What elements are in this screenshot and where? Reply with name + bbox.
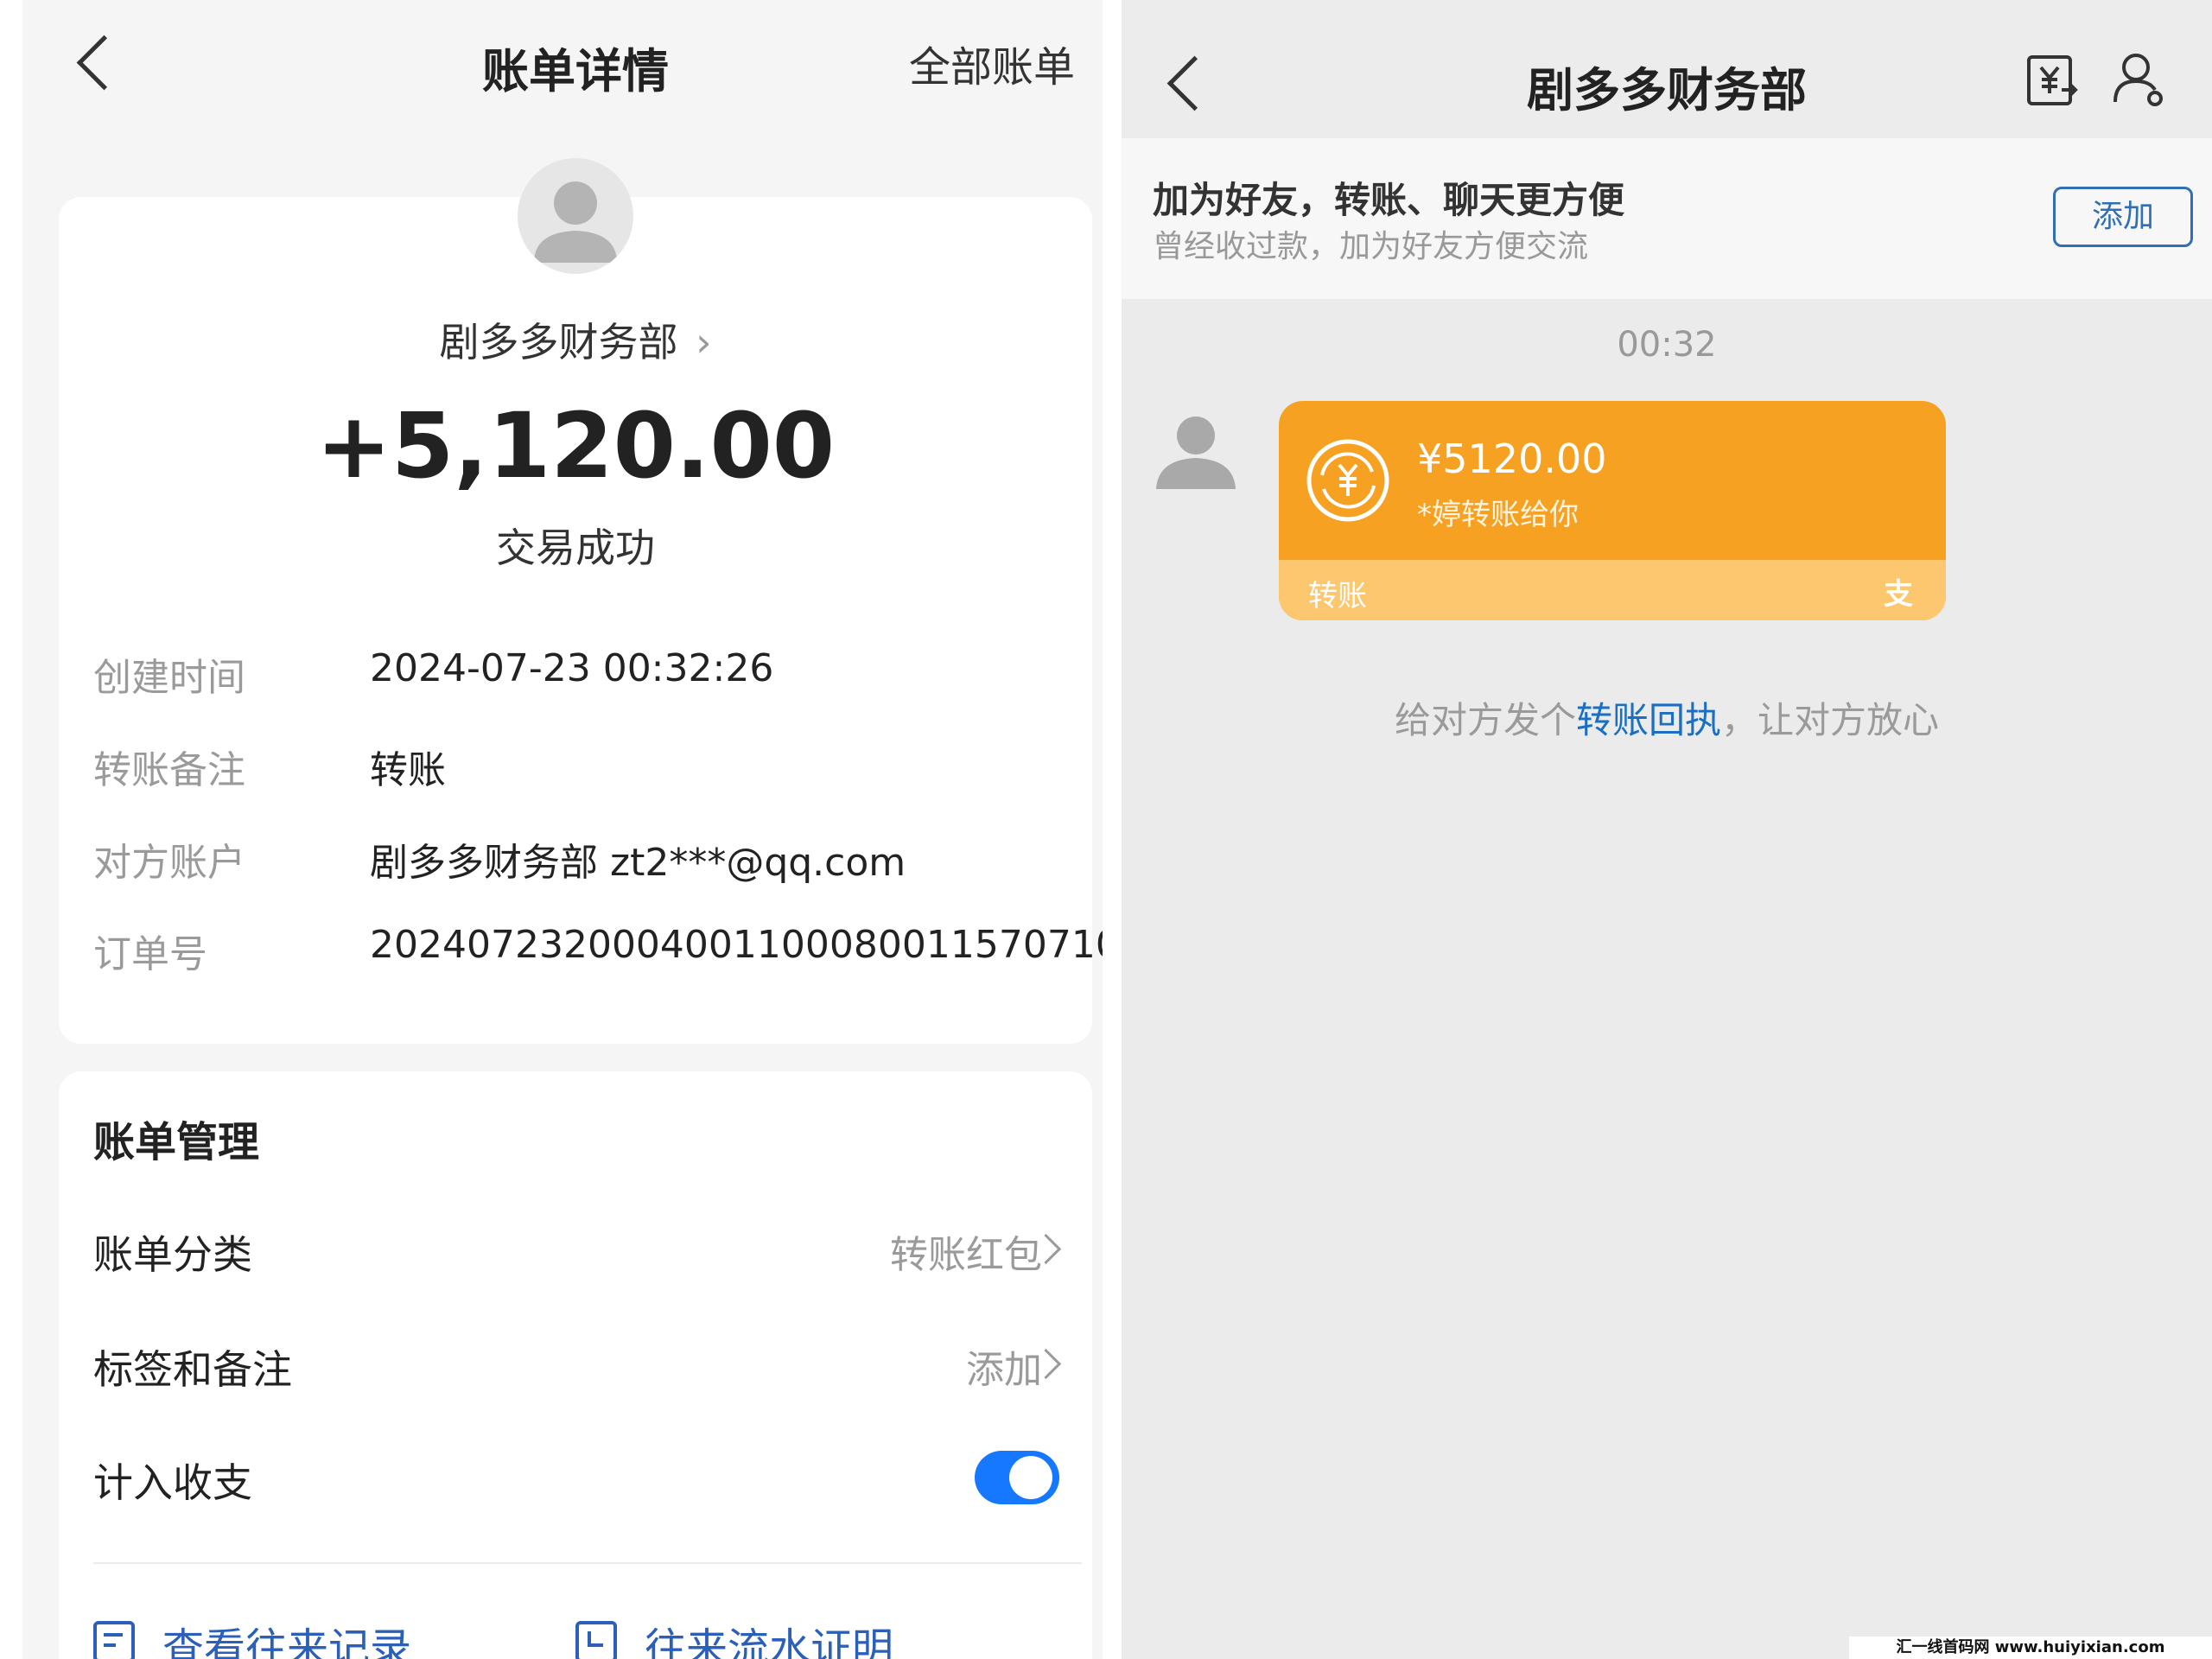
account-label: 对方账户 [93,841,245,885]
chat-panel: 剧多多财务部 加为好友，转账、聊天更方便 曾经收过款，加为好友方便交流 添加 0… [1122,0,2212,1659]
all-bills-link[interactable]: 全部账单 [909,33,1075,93]
contact-settings-icon[interactable] [2110,50,2167,107]
view-records-link[interactable]: 查看往来记录 [162,1614,411,1659]
status-text: 交易成功 [496,524,655,571]
transfer-note: *婷转账给你 [1417,498,1579,532]
receipt-prefix: 给对方发个 [1394,699,1576,741]
currency-exchange-icon[interactable] [2025,54,2079,107]
include-in-stats-label: 计入收支 [93,1459,252,1506]
sender-avatar[interactable] [1153,410,1239,493]
tags-notes-value[interactable]: 添加 [714,1338,1042,1394]
receipt-suffix: ，让对方放心 [1721,699,1940,741]
record-icon [93,1621,135,1659]
banner-title: 加为好友，转账、聊天更方便 [1153,179,1625,221]
tags-notes-label: 标签和备注 [93,1346,292,1393]
alipay-logo-icon: 支 [1884,577,1913,612]
include-in-stats-toggle[interactable] [975,1451,1059,1504]
document-icon [575,1621,617,1659]
receipt-prompt: 给对方发个转账回执，让对方放心 [1122,691,2212,744]
bill-detail-panel: 账单详情 全部账单 剧多多财务部 › +5,120.00 交易成功 创建时间 2… [22,0,1103,1659]
account-value: 剧多多财务部 zt2***@qq.com [370,841,906,885]
toggle-knob [1009,1456,1052,1499]
message-time: 00:32 [1617,325,1717,365]
amount: +5,120.00 [315,393,836,499]
divider [93,1562,1082,1564]
order-number-value: 2024072320004001100080011570710 [370,923,1103,967]
transfer-message-card[interactable]: ¥5120.00 *婷转账给你 转账 支 [1279,401,1946,620]
avatar[interactable] [518,158,633,274]
transfer-amount: ¥5120.00 [1417,435,1607,482]
banner-subtitle: 曾经收过款，加为好友方便交流 [1153,229,1589,264]
remark-label: 转账备注 [93,748,245,792]
chevron-right-icon: › [696,319,712,365]
statement-proof-link[interactable]: 往来流水证明 [645,1614,893,1659]
counterparty-name[interactable]: 剧多多财务部 › [22,311,1103,368]
watermark: 汇一线首码网 www.huiyixian.com [1849,1637,2212,1659]
counterparty-label: 剧多多财务部 [439,319,678,365]
created-time-value: 2024-07-23 00:32:26 [370,646,774,690]
category-label: 账单分类 [93,1231,252,1278]
category-value[interactable]: 转账红包 [714,1224,1042,1279]
created-time-label: 创建时间 [93,656,245,700]
add-friend-button[interactable]: 添加 [2053,187,2193,247]
remark-value: 转账 [370,748,446,792]
transfer-footer-label: 转账 [1308,579,1367,613]
order-number-label: 订单号 [93,932,207,976]
management-title: 账单管理 [93,1118,260,1166]
transfer-yuan-icon [1306,439,1389,522]
receipt-link[interactable]: 转账回执 [1576,699,1721,741]
person-icon [534,181,617,263]
transfer-footer [1279,560,1946,620]
